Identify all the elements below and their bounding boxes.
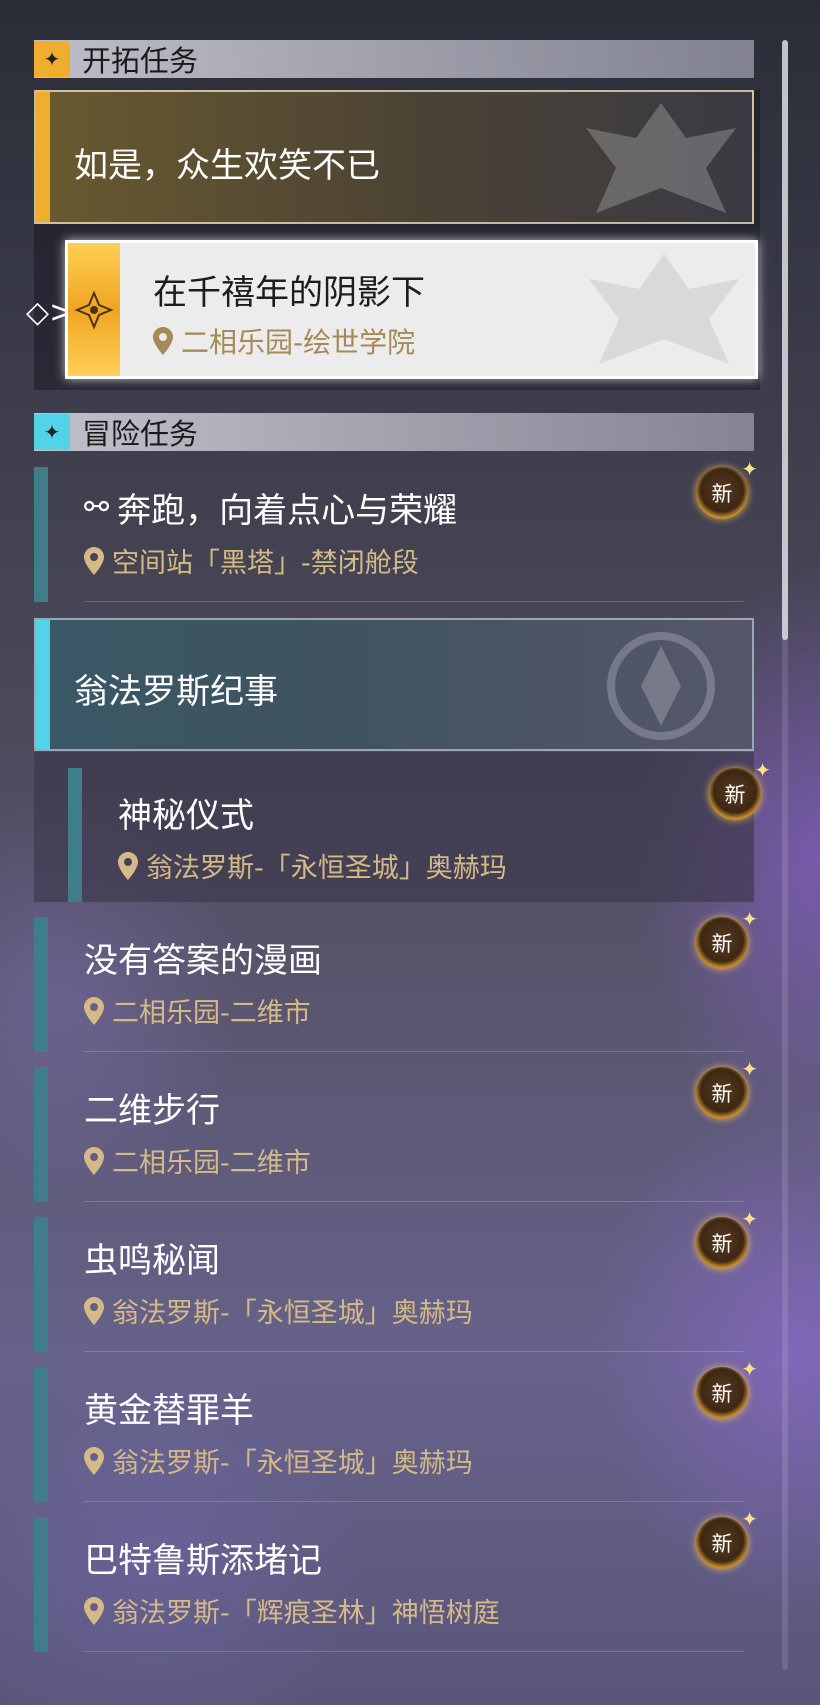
quest-location: 翁法罗斯-「辉痕圣林」神悟树庭: [84, 1591, 500, 1630]
sparkle-icon: ✦: [741, 907, 758, 931]
location-pin-icon: [118, 851, 138, 880]
quest-title: 二维步行: [84, 1091, 220, 1131]
emblem-decoration-icon: [607, 632, 715, 740]
quest-row[interactable]: 虫鸣秘闻 翁法罗斯-「永恒圣城」奥赫玛 新 ✦: [34, 1207, 758, 1352]
quest-accent-bar: [36, 620, 50, 749]
location-pin-icon: [84, 996, 104, 1025]
quest-accent-bar: [34, 1067, 48, 1202]
quest-location: 二相乐园-绘世学院: [153, 321, 415, 361]
quest-accent-bar: [36, 92, 50, 222]
quest-row[interactable]: 黄金替罪羊 翁法罗斯-「永恒圣城」奥赫玛 新 ✦: [34, 1357, 758, 1502]
quest-title: 奔跑，向着点心与荣耀: [117, 491, 458, 531]
sparkle-icon: ✦: [741, 1507, 758, 1531]
new-badge: 新 ✦: [696, 457, 758, 519]
quest-location: 翁法罗斯-「永恒圣城」奥赫玛: [84, 1441, 473, 1480]
badge-label: 新: [711, 932, 733, 956]
quest-accent-bar: [34, 1517, 48, 1652]
adventure-section-header: ✦ 冒险任务: [34, 413, 754, 451]
location-text: 翁法罗斯-「辉痕圣林」神悟树庭: [112, 1598, 500, 1629]
quest-title: 在千禧年的阴影下: [153, 273, 425, 313]
quest-accent-bar: [68, 768, 82, 902]
location-text: 空间站「黑塔」-禁闭舱段: [112, 548, 419, 579]
trailblaze-section-header: ✦ 开拓任务: [34, 40, 754, 78]
sub-quest-row[interactable]: 神秘仪式 翁法罗斯-「永恒圣城」奥赫玛 新 ✦: [34, 752, 771, 902]
location-text: 翁法罗斯-「永恒圣城」奥赫玛: [112, 1448, 473, 1479]
new-badge: 新 ✦: [696, 1207, 758, 1269]
quest-title: 翁法罗斯纪事: [74, 672, 278, 712]
badge-label: 新: [711, 1082, 733, 1106]
location-text: 翁法罗斯-「永恒圣城」奥赫玛: [146, 853, 507, 884]
location-text: 二相乐园-绘世学院: [181, 326, 416, 359]
quest-row[interactable]: ⚯ 奔跑，向着点心与荣耀 空间站「黑塔」-禁闭舱段 新 ✦: [34, 457, 758, 602]
location-text: 二相乐园-二维市: [112, 998, 311, 1029]
location-pin-icon: [84, 1446, 104, 1475]
sparkle-icon: ✦: [741, 457, 758, 481]
quest-location: 二相乐园-二维市: [84, 991, 311, 1030]
badge-label: 新: [711, 1382, 733, 1406]
new-badge: 新 ✦: [696, 1507, 758, 1569]
row-divider: [84, 1201, 744, 1202]
quest-row[interactable]: 二维步行 二相乐园-二维市 新 ✦: [34, 1057, 758, 1202]
row-divider: [84, 1351, 744, 1352]
sparkle-icon: ✦: [741, 1207, 758, 1231]
quest-title: 如是，众生欢笑不已: [74, 146, 380, 186]
quest-location: 空间站「黑塔」-禁闭舱段: [84, 541, 419, 580]
quest-title: 虫鸣秘闻: [84, 1241, 220, 1281]
location-pin-icon: [84, 1146, 104, 1175]
badge-label: 新: [724, 783, 746, 807]
quest-location: 翁法罗斯-「永恒圣城」奥赫玛: [84, 1291, 473, 1330]
current-quest-card[interactable]: 在千禧年的阴影下 二相乐园-绘世学院: [65, 240, 758, 379]
location-pin-icon: [153, 327, 173, 355]
badge-label: 新: [711, 1232, 733, 1256]
section-label: 冒险任务: [82, 417, 199, 451]
quest-accent-bar: [34, 467, 48, 602]
new-badge: 新 ✦: [696, 907, 758, 969]
location-text: 翁法罗斯-「永恒圣城」奥赫玛: [112, 1298, 473, 1329]
trailblaze-quest-card[interactable]: 如是，众生欢笑不已: [34, 90, 754, 224]
event-quest-card[interactable]: 翁法罗斯纪事: [34, 618, 754, 751]
quest-accent-bar: [34, 1217, 48, 1352]
row-divider: [84, 1501, 744, 1502]
scrollbar-thumb[interactable]: [782, 40, 788, 640]
sparkle-icon: ✦: [754, 758, 771, 782]
quest-accent-bar: [34, 917, 48, 1052]
quest-location: 二相乐园-二维市: [84, 1141, 311, 1180]
new-badge: 新 ✦: [696, 1357, 758, 1419]
badge-label: 新: [711, 1532, 733, 1556]
row-divider: [84, 601, 744, 602]
trailblaze-badge-icon: [68, 243, 120, 376]
section-label: 开拓任务: [82, 44, 199, 78]
quest-row[interactable]: 没有答案的漫画 二相乐园-二维市 新 ✦: [34, 907, 758, 1052]
location-pin-icon: [84, 546, 104, 575]
sparkle-icon: ✦: [741, 1057, 758, 1081]
quest-title-wrap: ⚯ 奔跑，向着点心与荣耀: [84, 483, 457, 532]
location-pin-icon: [84, 1596, 104, 1625]
quest-location: 翁法罗斯-「永恒圣城」奥赫玛: [118, 846, 507, 885]
location-text: 二相乐园-二维市: [112, 1148, 311, 1179]
quest-title: 巴特鲁斯添堵记: [84, 1541, 322, 1581]
sparkle-icon: ✦: [741, 1357, 758, 1381]
event-type-icon: ⚯: [84, 490, 110, 525]
quest-accent-bar: [34, 1367, 48, 1502]
emblem-decoration-icon: [586, 103, 736, 213]
trailblaze-icon: ✦: [34, 41, 70, 77]
emblem-decoration-icon: [589, 254, 739, 364]
quest-title: 神秘仪式: [118, 796, 254, 836]
row-divider: [84, 1051, 744, 1052]
quest-row[interactable]: 巴特鲁斯添堵记 翁法罗斯-「辉痕圣林」神悟树庭 新 ✦: [34, 1507, 758, 1652]
badge-label: 新: [711, 482, 733, 506]
new-badge: 新 ✦: [696, 1057, 758, 1119]
quest-title: 没有答案的漫画: [84, 941, 322, 981]
quest-title: 黄金替罪羊: [84, 1391, 254, 1431]
adventure-icon: ✦: [34, 414, 70, 450]
row-divider: [84, 1651, 744, 1652]
new-badge: 新 ✦: [709, 758, 771, 820]
location-pin-icon: [84, 1296, 104, 1325]
